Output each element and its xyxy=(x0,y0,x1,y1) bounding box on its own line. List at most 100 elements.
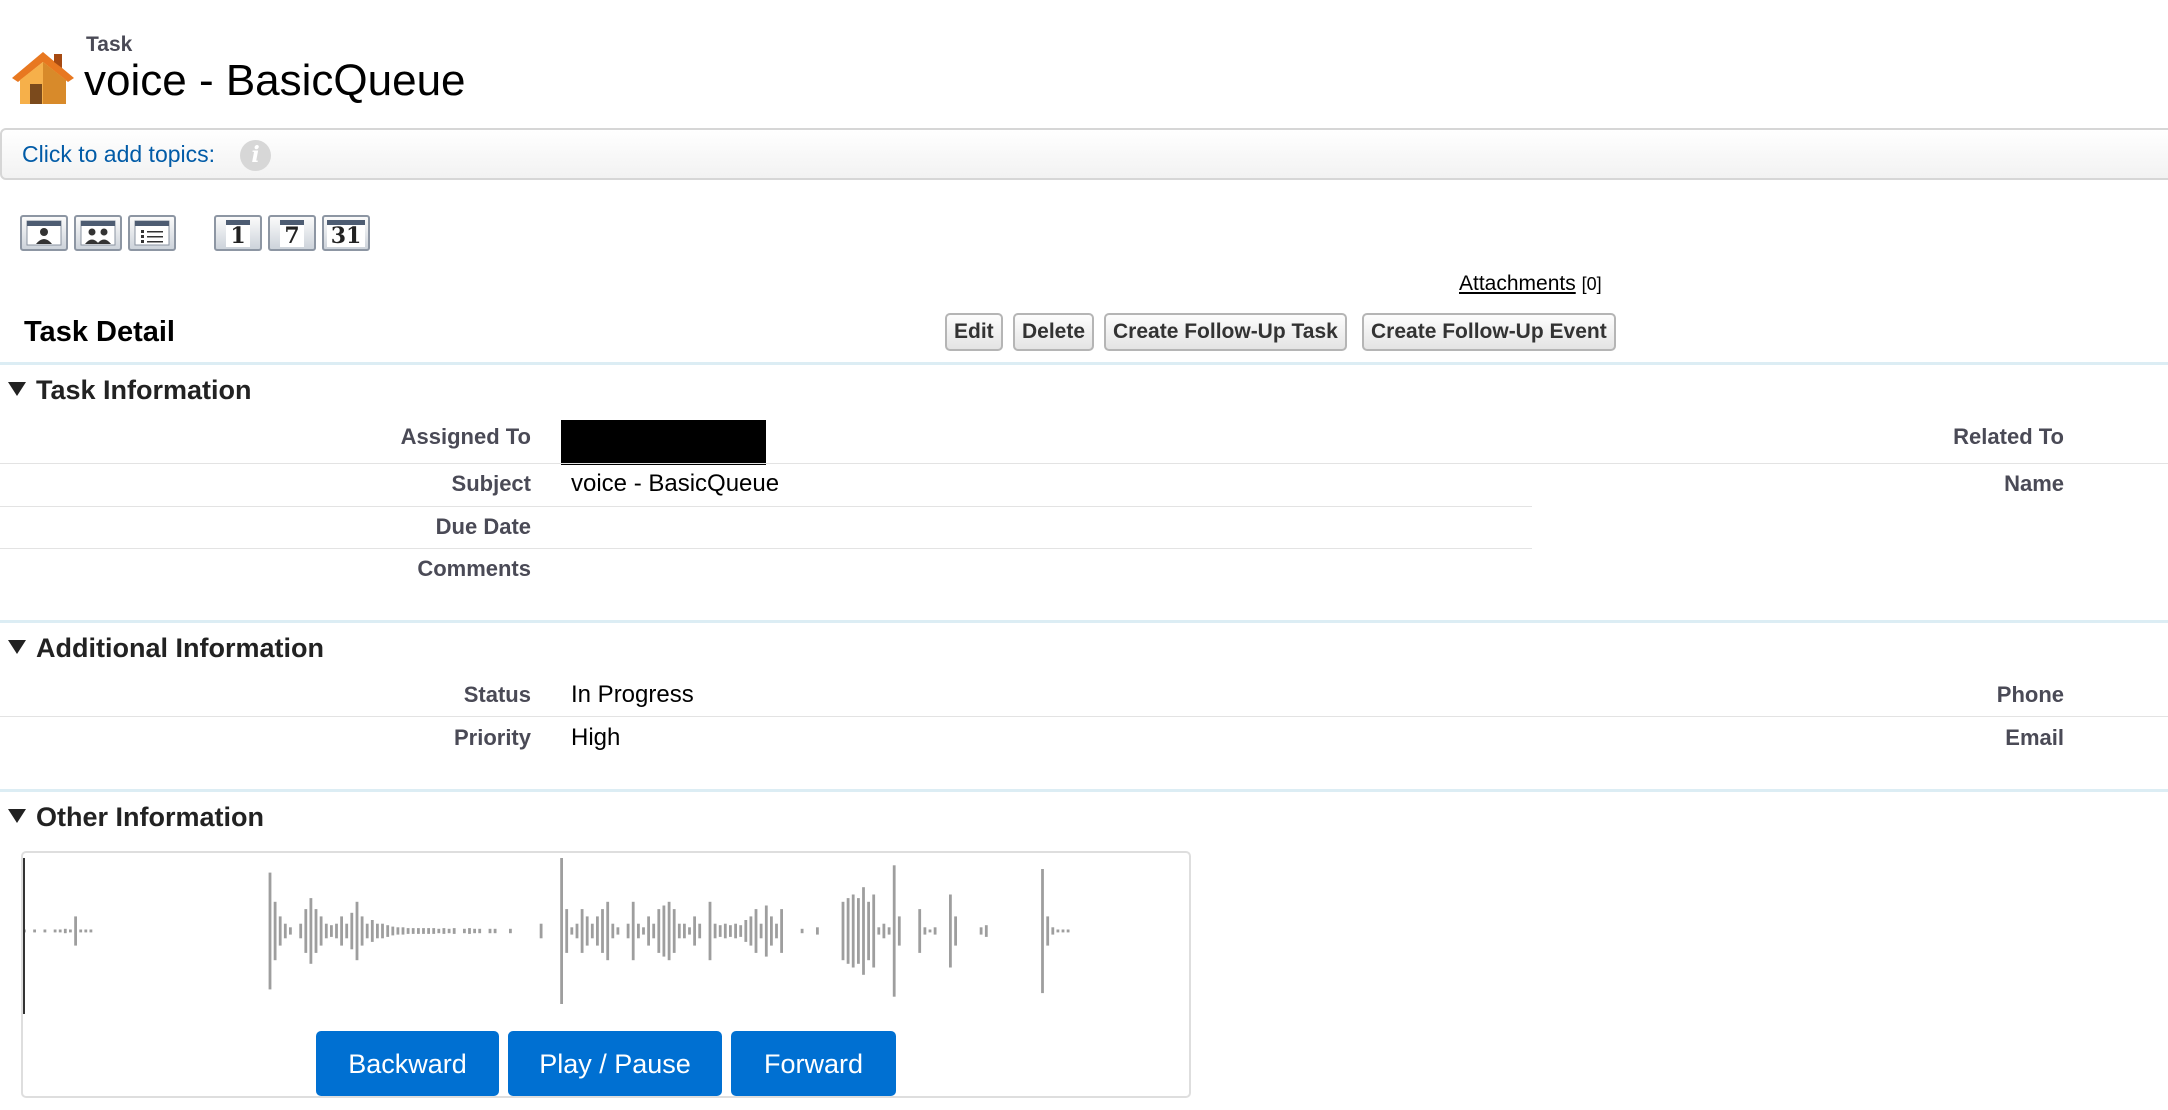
waveform-bar xyxy=(723,923,727,939)
backward-button[interactable]: Backward xyxy=(316,1031,499,1096)
day-view-button[interactable]: 1 xyxy=(214,215,262,251)
topics-bar xyxy=(0,128,2168,180)
delete-button[interactable]: Delete xyxy=(1013,313,1095,351)
waveform-bar xyxy=(851,894,855,968)
row-divider xyxy=(0,506,1532,507)
waveform-bar xyxy=(427,928,430,934)
waveform-bar xyxy=(278,916,282,946)
subject-label: Subject xyxy=(451,471,531,496)
waveform-bar xyxy=(764,905,768,957)
collapse-triangle-icon xyxy=(8,381,26,396)
multi-user-view-icon[interactable] xyxy=(74,215,122,251)
additional-information-heading: Additional Information xyxy=(36,633,324,663)
playhead-cursor[interactable] xyxy=(23,858,25,1014)
waveform-bar xyxy=(688,927,691,935)
waveform-bar xyxy=(672,909,676,953)
waveform-bar xyxy=(642,927,645,935)
waveform-bar xyxy=(309,898,313,964)
section-divider xyxy=(0,789,2168,792)
waveform-bar xyxy=(84,929,88,933)
waveform-bar xyxy=(283,923,287,939)
waveform-bar xyxy=(708,901,712,961)
waveform-bar xyxy=(330,925,333,937)
waveform-bar xyxy=(268,872,272,990)
waveform-bar xyxy=(289,927,292,935)
waveform-bar xyxy=(872,894,876,968)
waveform-bar xyxy=(89,929,93,933)
status-value: In Progress xyxy=(571,681,694,708)
waveform-bar xyxy=(1066,929,1070,933)
waveform-bar xyxy=(304,909,308,953)
waveform-bar xyxy=(729,925,732,937)
waveform-bar xyxy=(1061,929,1065,933)
play-pause-button[interactable]: Play / Pause xyxy=(508,1031,722,1096)
waveform-bar xyxy=(319,916,323,946)
waveform-bar xyxy=(473,928,476,934)
waveform-bar xyxy=(667,901,671,961)
day-view-label: 1 xyxy=(226,219,250,247)
attachments-link[interactable]: Attachments xyxy=(1459,272,1576,295)
waveform-bar xyxy=(596,916,599,946)
waveform-bar xyxy=(585,916,589,946)
waveform-bar xyxy=(1051,927,1055,935)
waveform-bar xyxy=(744,920,748,942)
waveform-bar xyxy=(53,929,57,933)
waveform-bar xyxy=(74,916,77,946)
task-detail-title: Task Detail xyxy=(24,316,175,348)
forward-button[interactable]: Forward xyxy=(731,1031,896,1096)
week-view-button[interactable]: 7 xyxy=(268,215,316,251)
waveform-bar xyxy=(739,925,743,937)
collapse-triangle-icon xyxy=(8,808,26,823)
waveform-bar xyxy=(867,901,870,961)
waveform-bar xyxy=(718,925,722,937)
waveform-bar xyxy=(984,925,988,937)
waveform-bar xyxy=(345,923,349,939)
waveform-bar xyxy=(800,928,804,934)
waveform-bar xyxy=(539,923,543,939)
other-information-header[interactable]: Other Information xyxy=(8,802,264,833)
waveform-bar xyxy=(887,927,891,935)
waveform-bar xyxy=(590,923,594,939)
edit-button[interactable]: Edit xyxy=(945,313,1003,351)
create-follow-up-task-button[interactable]: Create Follow-Up Task xyxy=(1104,313,1347,351)
task-information-header[interactable]: Task Information xyxy=(8,375,252,406)
waveform-bar xyxy=(365,923,369,939)
additional-information-header[interactable]: Additional Information xyxy=(8,633,324,664)
waveform-bar xyxy=(816,927,819,935)
month-view-button[interactable]: 31 xyxy=(322,215,370,251)
add-topics-link[interactable]: Click to add topics: xyxy=(22,141,215,168)
waveform-bar xyxy=(447,928,451,934)
waveform-bar xyxy=(43,929,47,933)
waveform-bar xyxy=(314,909,318,953)
waveform-bar xyxy=(478,928,482,934)
audio-waveform[interactable] xyxy=(23,858,1123,1014)
create-follow-up-event-button[interactable]: Create Follow-Up Event xyxy=(1362,313,1616,351)
waveform-bar xyxy=(370,920,374,942)
waveform-bar xyxy=(759,923,763,939)
waveform-bar xyxy=(432,928,436,934)
waveform-bar xyxy=(565,909,569,953)
single-user-view-icon[interactable] xyxy=(20,215,68,251)
waveform-bar xyxy=(923,927,927,935)
waveform-bar xyxy=(631,901,635,961)
waveform-bar xyxy=(488,928,492,934)
waveform-bar xyxy=(841,901,845,961)
row-divider xyxy=(0,548,1532,549)
waveform-bar xyxy=(657,909,661,953)
waveform-bar xyxy=(299,923,303,939)
waveform-bar xyxy=(662,905,666,957)
waveform-bar xyxy=(846,898,850,964)
waveform-bar xyxy=(754,909,758,953)
waveform-bar xyxy=(954,916,957,946)
waveform-bar xyxy=(58,929,62,933)
waveform-bar xyxy=(406,928,410,934)
info-icon[interactable]: i xyxy=(240,140,271,171)
attachments-count: [0] xyxy=(1581,274,1602,294)
waveform-bar xyxy=(877,927,881,935)
list-view-icon[interactable] xyxy=(128,215,176,251)
waveform-bar xyxy=(897,916,901,946)
waveform-bar xyxy=(463,928,466,934)
waveform-bar xyxy=(626,923,630,939)
waveform-bar xyxy=(493,928,497,934)
waveform-bar xyxy=(652,923,656,939)
